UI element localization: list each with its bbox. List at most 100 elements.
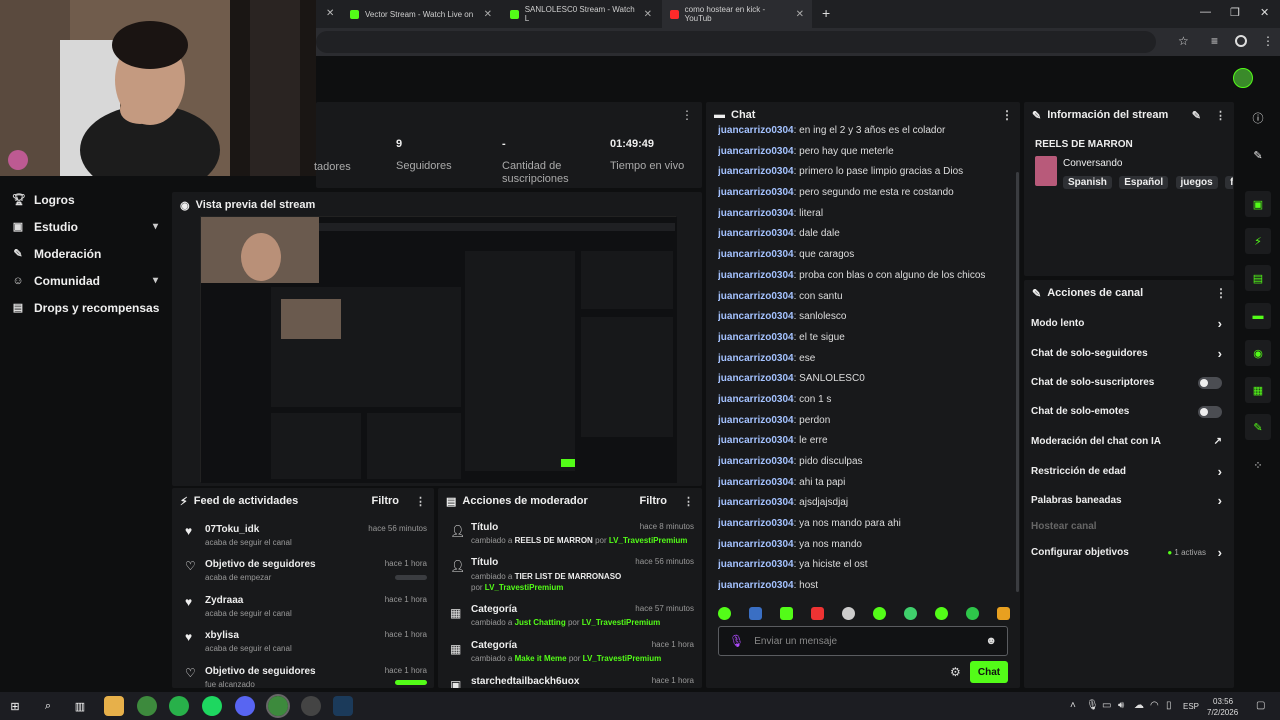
emote-icon[interactable] — [997, 606, 1010, 620]
steam-icon[interactable] — [333, 696, 353, 716]
chat-username[interactable]: juancarrizo0304 — [718, 497, 794, 508]
info-icon[interactable]: ⓘ — [1245, 105, 1271, 131]
pencil-icon[interactable]: ✎ — [1245, 142, 1271, 168]
lightning-icon[interactable]: ⚡︎ — [1245, 228, 1271, 254]
windows-start-icon[interactable]: ⊞ — [5, 696, 25, 716]
language-indicator[interactable]: ESP — [1183, 702, 1199, 711]
stream-category[interactable]: Conversando — [1063, 158, 1122, 169]
chrome-active-icon[interactable] — [266, 694, 290, 718]
send-chat-button[interactable]: Chat — [970, 661, 1008, 683]
menu-dots-icon[interactable]: ⋮ — [1215, 109, 1226, 122]
sidebar-item-moderacion[interactable]: ✎ Moderación — [0, 240, 172, 267]
spotify-icon[interactable] — [202, 696, 222, 716]
file-explorer-icon[interactable] — [104, 696, 124, 716]
chat-username[interactable]: juancarrizo0304 — [718, 559, 794, 570]
category-link[interactable]: Make it Meme — [515, 654, 567, 663]
chat-icon[interactable]: ▬ — [1245, 303, 1271, 329]
emote-icon[interactable] — [780, 606, 793, 620]
action-banned-words[interactable]: Palabras baneadas › — [1031, 493, 1234, 508]
subscribers-only-toggle[interactable] — [1198, 376, 1222, 389]
chat-username[interactable]: juancarrizo0304 — [718, 394, 794, 405]
wrench-icon[interactable]: ✎ — [1245, 414, 1271, 440]
discord-icon[interactable] — [235, 696, 255, 716]
emote-icon[interactable] — [966, 606, 979, 620]
chat-username[interactable]: juancarrizo0304 — [718, 270, 794, 281]
menu-dots-icon[interactable]: ⋮ — [683, 495, 694, 508]
new-tab-button[interactable]: + — [822, 5, 830, 21]
chat-username[interactable]: juancarrizo0304 — [718, 332, 794, 343]
action-ai-moderation[interactable]: Moderación del chat con IA ↗ — [1031, 436, 1234, 447]
gear-icon[interactable]: ⚙︎ — [950, 665, 961, 679]
clipboard-icon[interactable]: ▤ — [1245, 265, 1271, 291]
close-tab-icon[interactable]: ✕ — [326, 8, 334, 19]
microphone-tray-icon[interactable]: 🎙︎ — [1086, 700, 1099, 711]
menu-dots-icon[interactable]: ⋮ — [415, 495, 426, 508]
chat-username[interactable]: juancarrizo0304 — [718, 373, 794, 384]
emote-icon[interactable] — [749, 606, 762, 620]
chat-username[interactable]: juancarrizo0304 — [718, 125, 794, 136]
menu-dots-icon[interactable]: ⋮ — [1001, 108, 1013, 122]
cloud-tray-icon[interactable]: ☁︎ — [1134, 700, 1144, 711]
menu-dots-icon[interactable]: ⋮ — [1215, 286, 1227, 300]
minimize-icon[interactable]: — — [1200, 6, 1211, 18]
clock-date[interactable]: 7/2/2026 — [1207, 708, 1238, 717]
chat-username[interactable]: juancarrizo0304 — [718, 166, 794, 177]
avatar[interactable] — [1233, 68, 1253, 88]
moderator-link[interactable]: LV_TravestiPremium — [485, 583, 564, 592]
chrome-icon[interactable] — [137, 696, 157, 716]
moderator-link[interactable]: LV_TravestiPremium — [582, 618, 661, 627]
chat-username[interactable]: juancarrizo0304 — [718, 228, 794, 239]
emote-icon[interactable] — [842, 606, 855, 620]
whatsapp-icon[interactable] — [169, 696, 189, 716]
url-field[interactable] — [316, 31, 1156, 53]
clock-time[interactable]: 03:56 — [1213, 697, 1233, 706]
chat-username[interactable]: juancarrizo0304 — [718, 539, 794, 550]
chat-username[interactable]: juancarrizo0304 — [718, 187, 794, 198]
chat-username[interactable]: juancarrizo0304 — [718, 518, 794, 529]
profile-icon[interactable] — [1235, 35, 1247, 47]
browser-tab[interactable]: Vector Stream - Watch Live on ✕ — [342, 0, 500, 28]
tag-badge[interactable]: Spanish — [1063, 176, 1112, 189]
menu-dots-icon[interactable]: ⋮ — [1262, 34, 1274, 48]
chat-input[interactable]: 🎙︎ Enviar un mensaje ☻ — [718, 626, 1008, 656]
chat-username[interactable]: juancarrizo0304 — [718, 456, 794, 467]
emote-icon[interactable] — [718, 606, 731, 620]
action-age-restriction[interactable]: Restricción de edad › — [1031, 464, 1234, 479]
close-window-icon[interactable]: ✕ — [1260, 6, 1269, 19]
moderator-link[interactable]: LV_TravestiPremium — [609, 536, 688, 545]
volume-tray-icon[interactable]: 🔊︎ — [1118, 700, 1124, 711]
close-tab-icon[interactable]: ✕ — [484, 9, 492, 20]
chat-username[interactable]: juancarrizo0304 — [718, 353, 794, 364]
chat-scrollbar[interactable] — [1016, 172, 1019, 592]
obs-icon[interactable] — [301, 696, 321, 716]
close-tab-icon[interactable]: ✕ — [644, 9, 652, 20]
tray-chevron-icon[interactable]: ˄ — [1070, 700, 1076, 711]
close-tab-icon[interactable]: ✕ — [796, 9, 804, 20]
emote-icon[interactable] — [811, 606, 824, 620]
action-slow-mode[interactable]: Modo lento › — [1031, 316, 1234, 331]
bookmark-star-icon[interactable]: ☆ — [1178, 34, 1189, 48]
chat-username[interactable]: juancarrizo0304 — [718, 208, 794, 219]
tag-badge[interactable]: fu — [1225, 176, 1233, 189]
chat-username[interactable]: juancarrizo0304 — [718, 146, 794, 157]
apps-icon[interactable]: ⁘ — [1245, 452, 1271, 478]
reading-list-icon[interactable]: ≡ — [1211, 34, 1218, 48]
menu-dots-icon[interactable]: ⋮ — [681, 108, 693, 122]
chat-username[interactable]: juancarrizo0304 — [718, 435, 794, 446]
task-view-icon[interactable]: ▥ — [70, 696, 90, 716]
layout-icon[interactable]: ▦ — [1245, 377, 1271, 403]
restore-icon[interactable]: ❐ — [1230, 6, 1240, 19]
sidebar-item-drops[interactable]: ▤ Drops y recompensas — [0, 294, 172, 321]
sidebar-item-estudio[interactable]: ▣ Estudio ▾ — [0, 213, 172, 240]
browser-tab[interactable]: SANLOLESC0 Stream - Watch L ✕ — [502, 0, 660, 28]
emote-icon[interactable] — [873, 606, 886, 620]
search-icon[interactable]: ⌕ — [38, 696, 58, 716]
chat-username[interactable]: juancarrizo0304 — [718, 311, 794, 322]
browser-tab-active[interactable]: como hostear en kick - YouTub ✕ — [662, 0, 812, 28]
focus-icon[interactable]: ▣ — [1245, 191, 1271, 217]
chat-username[interactable]: juancarrizo0304 — [718, 249, 794, 260]
category-link[interactable]: Just Chatting — [515, 618, 566, 627]
chat-username[interactable]: juancarrizo0304 — [718, 415, 794, 426]
chat-username[interactable]: juancarrizo0304 — [718, 580, 794, 591]
network-tray-icon[interactable]: ▭ — [1102, 700, 1111, 711]
